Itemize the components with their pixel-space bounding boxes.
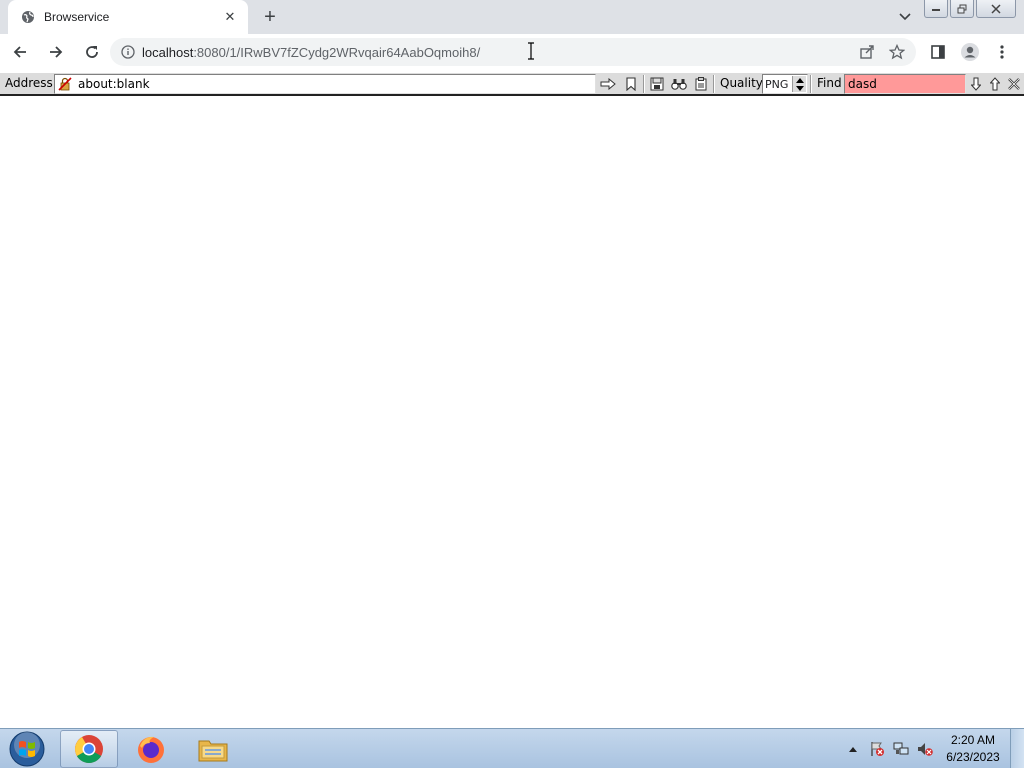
legacy-toolbar: Address about:blank Quality PNG Find das…: [0, 72, 1024, 96]
forward-arrow-icon[interactable]: [40, 36, 72, 68]
spin-down-icon[interactable]: [795, 85, 804, 91]
site-info-icon[interactable]: [120, 44, 136, 60]
network-icon[interactable]: [890, 738, 912, 760]
find-value: dasd: [848, 77, 877, 91]
reload-icon[interactable]: [76, 36, 108, 68]
clipboard-icon[interactable]: [691, 75, 711, 93]
new-tab-button[interactable]: +: [258, 6, 282, 28]
minimize-icon[interactable]: [924, 0, 948, 18]
clock-time: 2:20 AM: [950, 733, 996, 747]
insecure-lock-icon: [58, 77, 72, 91]
find-prev-up-icon[interactable]: [985, 75, 1005, 93]
tab-browservice[interactable]: Browservice ✕: [8, 0, 248, 34]
find-close-icon[interactable]: [1004, 75, 1024, 93]
find-input[interactable]: dasd: [844, 74, 966, 94]
bookmark-icon[interactable]: [621, 75, 641, 93]
system-tray: [842, 729, 938, 768]
taskbar-clock[interactable]: 2:20 AM 6/23/2023: [940, 732, 1006, 766]
legacy-address-value: about:blank: [78, 77, 150, 91]
find-label: Find: [817, 76, 842, 90]
start-button[interactable]: [4, 730, 50, 768]
share-icon[interactable]: [852, 38, 882, 66]
taskbar-file-explorer[interactable]: [184, 730, 242, 768]
toolbar-divider: [643, 75, 645, 93]
quality-value: PNG: [765, 77, 789, 91]
restore-icon[interactable]: [950, 0, 974, 18]
address-bar[interactable]: localhost:8080/1/IRwBV7fZCydg2WRvqair64A…: [110, 38, 916, 66]
window-controls: [922, 0, 1016, 18]
taskbar-chrome[interactable]: [60, 730, 118, 768]
spinner-arrows[interactable]: [792, 76, 806, 92]
url-path: :8080/1/IRwBV7fZCydg2WRvqair64AabOqmoih8…: [193, 44, 481, 60]
binoculars-find-icon[interactable]: [669, 75, 689, 93]
toolbar-divider: [713, 75, 715, 93]
action-center-flag-icon[interactable]: [866, 738, 888, 760]
toolbar-divider: [810, 75, 812, 93]
taskbar: 2:20 AM 6/23/2023: [0, 728, 1024, 768]
text-cursor-icon: [527, 42, 535, 60]
tab-search-chevron-icon[interactable]: [896, 8, 914, 26]
globe-icon: [20, 9, 36, 25]
back-arrow-icon[interactable]: [4, 36, 36, 68]
window-close-icon[interactable]: [976, 0, 1016, 18]
spin-up-icon[interactable]: [795, 77, 804, 83]
volume-muted-icon[interactable]: [914, 738, 936, 760]
find-next-down-icon[interactable]: [966, 75, 986, 93]
menu-kebab-icon[interactable]: [986, 36, 1018, 68]
folder-icon: [198, 740, 228, 762]
side-panel-icon[interactable]: [922, 36, 954, 68]
url-host: localhost: [142, 44, 194, 60]
chrome-icon: [75, 735, 103, 763]
tab-close-icon[interactable]: ✕: [222, 9, 238, 25]
firefox-icon: [138, 736, 164, 763]
windows-orb-icon: [9, 731, 45, 767]
page-content[interactable]: [0, 98, 1024, 728]
browser-toolbar: localhost:8080/1/IRwBV7fZCydg2WRvqair64A…: [0, 34, 1024, 70]
taskbar-firefox[interactable]: [122, 730, 180, 768]
clock-date: 6/23/2023: [946, 750, 1000, 764]
legacy-address-field[interactable]: about:blank: [54, 74, 596, 94]
address-label: Address: [5, 76, 53, 90]
quality-label: Quality: [720, 76, 763, 90]
show-hidden-icons-icon[interactable]: [842, 738, 864, 760]
tab-title: Browservice: [44, 10, 110, 24]
tab-strip: Browservice ✕ +: [0, 0, 1024, 34]
save-page-icon[interactable]: [647, 75, 667, 93]
profile-avatar-icon[interactable]: [954, 36, 986, 68]
show-desktop-button[interactable]: [1010, 729, 1024, 768]
quality-spinner[interactable]: PNG: [762, 74, 808, 94]
bookmark-star-icon[interactable]: [882, 38, 912, 66]
go-arrow-icon[interactable]: [598, 75, 618, 93]
url-text[interactable]: localhost:8080/1/IRwBV7fZCydg2WRvqair64A…: [142, 45, 480, 60]
